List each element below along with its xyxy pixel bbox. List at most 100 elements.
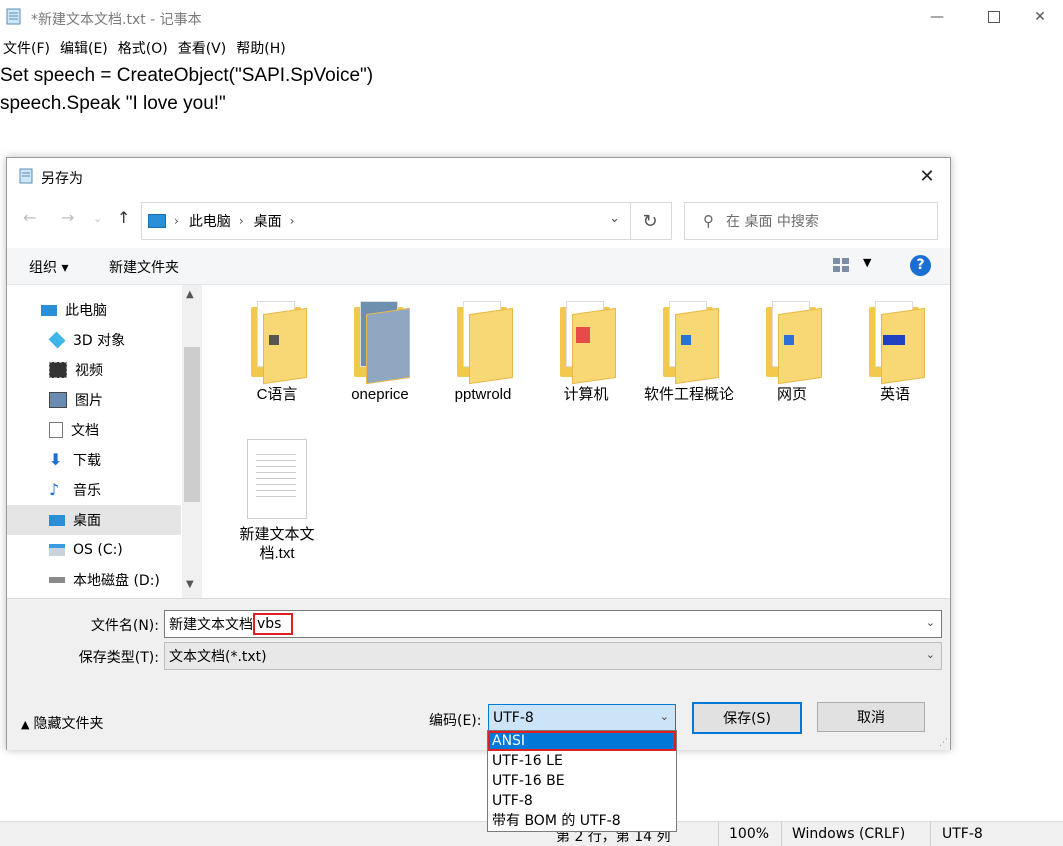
windows-drive-icon	[49, 544, 65, 556]
encoding-value: UTF-8	[493, 710, 534, 726]
dialog-title-bar: 另存为 ✕	[7, 158, 950, 194]
resize-grip-icon[interactable]: ⋰	[939, 738, 948, 748]
chevron-down-icon[interactable]: ▼	[863, 256, 871, 269]
scrollbar-thumb[interactable]	[184, 347, 200, 502]
dialog-close-button[interactable]: ✕	[910, 160, 944, 192]
nav-item-label: 下载	[73, 453, 101, 469]
maximize-button[interactable]	[971, 0, 1017, 34]
navigation-pane: 此电脑 3D 对象 视频 图片 文档 ⬇ 下载 ♪ 音乐 桌面 OS (C:) …	[7, 285, 203, 598]
view-options-icon[interactable]	[833, 258, 849, 272]
encoding-option-utf16le[interactable]: UTF-16 LE	[488, 751, 676, 771]
encoding-option-ansi[interactable]: ANSI	[488, 731, 676, 751]
nav-item-documents[interactable]: 文档	[7, 415, 181, 445]
nav-item-3d[interactable]: 3D 对象	[7, 325, 181, 355]
file-name: 软件工程概论	[643, 386, 734, 403]
help-icon[interactable]: ?	[910, 255, 931, 276]
filename-base: 新建文本文档	[169, 617, 253, 633]
recent-chevron-icon[interactable]: ⌄	[93, 212, 102, 225]
hide-folders-button[interactable]: ▲ 隐藏文件夹	[21, 713, 103, 733]
menu-view[interactable]: 查看(V)	[175, 38, 234, 60]
refresh-button[interactable]: ↻	[629, 202, 672, 240]
window-title: *新建文本文档.txt - 记事本	[31, 12, 202, 28]
menu-help[interactable]: 帮助(H)	[233, 38, 292, 60]
file-item[interactable]: 新建文本文档.txt	[229, 439, 325, 563]
scroll-down-icon[interactable]: ▼	[186, 579, 194, 590]
document-icon	[49, 422, 63, 438]
menu-file[interactable]: 文件(F)	[0, 38, 57, 60]
folder-icon	[455, 301, 513, 385]
nav-scrollbar[interactable]: ▲ ▼	[182, 285, 202, 598]
menu-format[interactable]: 格式(O)	[115, 38, 175, 60]
up-arrow-icon[interactable]: ↑	[117, 208, 130, 227]
filetype-select[interactable]: 文本文档(*.txt) ⌄	[164, 642, 942, 670]
nav-item-label: 视频	[75, 363, 103, 379]
file-item[interactable]: 网页	[744, 301, 840, 404]
editor-line: speech.Speak "I love you!"	[0, 93, 226, 114]
nav-item-desktop[interactable]: 桌面	[7, 505, 181, 535]
desktop-icon	[49, 514, 65, 526]
pc-icon	[148, 214, 166, 228]
search-icon: ⚲	[703, 212, 714, 230]
scroll-up-icon[interactable]: ▲	[186, 289, 194, 300]
file-item[interactable]: oneprice	[332, 301, 428, 404]
nav-item-music[interactable]: ♪ 音乐	[7, 475, 181, 505]
encoding-select[interactable]: UTF-8 ⌄	[488, 704, 676, 732]
breadcrumb-pc[interactable]: 此电脑	[189, 211, 231, 231]
file-item[interactable]: pptwrold	[435, 301, 531, 404]
maximize-icon	[988, 11, 1000, 23]
file-item[interactable]: 英语	[847, 301, 943, 404]
drive-icon	[49, 577, 65, 583]
folder-icon	[661, 301, 719, 385]
filename-extension-highlight: vbs	[253, 613, 294, 635]
nav-item-pictures[interactable]: 图片	[7, 385, 181, 415]
filename-input[interactable]: 新建文本文档 vbs ⌄	[164, 610, 942, 638]
refresh-icon: ↻	[642, 210, 658, 232]
breadcrumb-desktop[interactable]: 桌面	[254, 211, 282, 231]
folder-icon	[764, 301, 822, 385]
encoding-option-utf8[interactable]: UTF-8	[488, 791, 676, 811]
nav-item-pc[interactable]: 此电脑	[7, 295, 181, 325]
cube-icon	[48, 331, 66, 349]
text-file-icon	[247, 439, 307, 519]
file-name: 英语	[879, 386, 910, 403]
menu-edit[interactable]: 编辑(E)	[57, 38, 115, 60]
save-button[interactable]: 保存(S)	[692, 702, 802, 734]
menu-bar: 文件(F) 编辑(E) 格式(O) 查看(V) 帮助(H)	[0, 38, 293, 60]
encoding-dropdown-list: ANSI UTF-16 LE UTF-16 BE UTF-8 带有 BOM 的 …	[487, 730, 677, 832]
nav-item-downloads[interactable]: ⬇ 下载	[7, 445, 181, 475]
nav-item-label: 音乐	[73, 483, 101, 499]
chevron-right-icon: ›	[174, 214, 179, 228]
file-name: pptwrold	[454, 386, 512, 403]
filetype-label: 保存类型(T):	[78, 650, 159, 666]
address-bar[interactable]: › 此电脑 › 桌面 › ⌄	[141, 202, 631, 240]
status-zoom: 100%	[729, 826, 770, 842]
chevron-right-icon: ›	[289, 214, 295, 228]
minimize-button[interactable]: —	[914, 0, 960, 34]
chevron-down-icon[interactable]: ⌄	[609, 211, 620, 226]
file-name: 新建文本文档.txt	[239, 526, 315, 562]
file-name: C语言	[256, 386, 298, 403]
close-button[interactable]: ✕	[1017, 0, 1063, 34]
organize-button[interactable]: 组织 ▾	[29, 257, 68, 277]
nav-item-drive-d[interactable]: 本地磁盘 (D:)	[7, 565, 181, 595]
back-arrow-icon[interactable]: ←	[23, 208, 36, 227]
forward-arrow-icon[interactable]: →	[61, 208, 74, 227]
music-icon: ♪	[49, 480, 60, 499]
new-folder-button[interactable]: 新建文件夹	[109, 257, 179, 277]
file-name: 计算机	[563, 386, 609, 403]
file-item[interactable]: 软件工程概论	[641, 301, 737, 404]
editor-text-area[interactable]: Set speech = CreateObject("SAPI.SpVoice"…	[0, 62, 373, 118]
encoding-option-utf16be[interactable]: UTF-16 BE	[488, 771, 676, 791]
nav-item-drive-c[interactable]: OS (C:)	[7, 535, 181, 565]
nav-item-label: 本地磁盘 (D:)	[73, 573, 160, 589]
cancel-button[interactable]: 取消	[817, 702, 925, 732]
nav-item-video[interactable]: 视频	[7, 355, 181, 385]
folder-icon	[352, 301, 410, 385]
file-item[interactable]: 计算机	[538, 301, 634, 404]
file-item[interactable]: C语言	[229, 301, 325, 404]
chevron-up-icon: ▲	[21, 718, 30, 731]
search-box[interactable]: ⚲ 在 桌面 中搜索	[684, 202, 938, 240]
encoding-option-utf8-bom[interactable]: 带有 BOM 的 UTF-8	[488, 811, 676, 831]
chevron-down-icon[interactable]: ⌄	[926, 616, 935, 629]
close-icon: ✕	[1034, 9, 1046, 25]
